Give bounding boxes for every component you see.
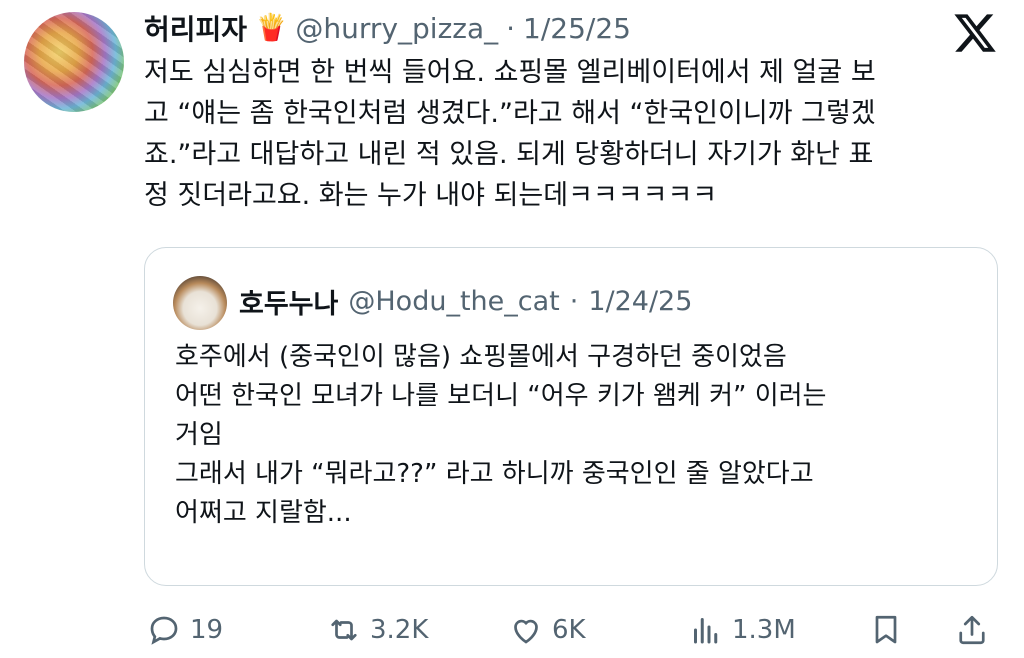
quoted-tweet-header: 호두누나 @Hodu_the_cat · 1/24/25 [239,282,692,321]
quoted-author-name[interactable]: 호두누나 [239,282,338,321]
author-name[interactable]: 허리피자 [144,8,247,48]
bookmark-icon [875,615,897,644]
quoted-header-separator: · [569,286,579,317]
like-button[interactable]: 6K [508,612,586,648]
fries-emoji-icon: 🍟 [255,13,288,43]
repost-icon [331,619,357,641]
quoted-line: 어쩌고 지랄함... [175,498,352,528]
action-bar: 19 3.2K 6K 1.3M [0,604,1024,658]
quoted-line: 거임 [175,420,223,450]
tweet-line: 정 짓더라고요. 화는 누가 내야 되는데ㅋㅋㅋㅋㅋㅋ [144,180,718,211]
reply-count: 19 [190,615,224,645]
author-avatar[interactable] [24,12,124,112]
like-icon [514,619,538,644]
views-icon [694,618,718,644]
repost-button[interactable]: 3.2K [326,612,428,648]
quoted-tweet-body: 호주에서 (중국인이 많음) 쇼핑몰에서 구경하던 중이었음 어떤 한국인 모녀… [175,338,975,533]
bookmark-button[interactable] [868,612,904,648]
quoted-line: 그래서 내가 “뭐라고??” 라고 하니까 중국인인 줄 알았다고 [175,459,814,489]
tweet-date[interactable]: 1/25/25 [523,12,631,45]
repost-count: 3.2K [370,615,429,645]
author-handle[interactable]: @hurry_pizza_ [295,12,498,45]
tweet-line: 고 “얘는 좀 한국인처럼 생겼다.”라고 해서 “한국인이니까 그렇겠 [144,98,876,129]
reply-icon [150,616,178,645]
like-count: 6K [552,615,586,645]
quoted-line: 호주에서 (중국인이 많음) 쇼핑몰에서 구경하던 중이었음 [175,342,787,372]
quoted-tweet-date[interactable]: 1/24/25 [588,286,692,317]
views-button[interactable]: 1.3M [688,612,796,648]
tweet-line: 죠.”라고 대답하고 내린 적 있음. 되게 당황하더니 자기가 화난 표 [144,139,874,170]
views-count: 1.3M [732,615,796,645]
tweet-line: 저도 심심하면 한 번씩 들어요. 쇼핑몰 엘리베이터에서 제 얼굴 보 [144,57,876,88]
x-logo-icon[interactable] [952,10,998,56]
share-icon [959,615,985,645]
quoted-author-avatar[interactable] [173,276,227,330]
quoted-tweet-card[interactable]: 호두누나 @Hodu_the_cat · 1/24/25 호주에서 (중국인이 … [144,247,998,586]
tweet-header: 허리피자 🍟 @hurry_pizza_ · 1/25/25 [144,8,631,48]
quoted-author-handle[interactable]: @Hodu_the_cat [348,286,559,317]
share-button[interactable] [954,612,990,648]
quoted-line: 어떤 한국인 모녀가 나를 보더니 “어우 키가 왬케 커” 이러는 [175,381,827,411]
header-separator: · [506,11,516,45]
tweet-body: 저도 심심하면 한 번씩 들어요. 쇼핑몰 엘리베이터에서 제 얼굴 보 고 “… [144,52,1004,216]
reply-button[interactable]: 19 [146,612,223,648]
